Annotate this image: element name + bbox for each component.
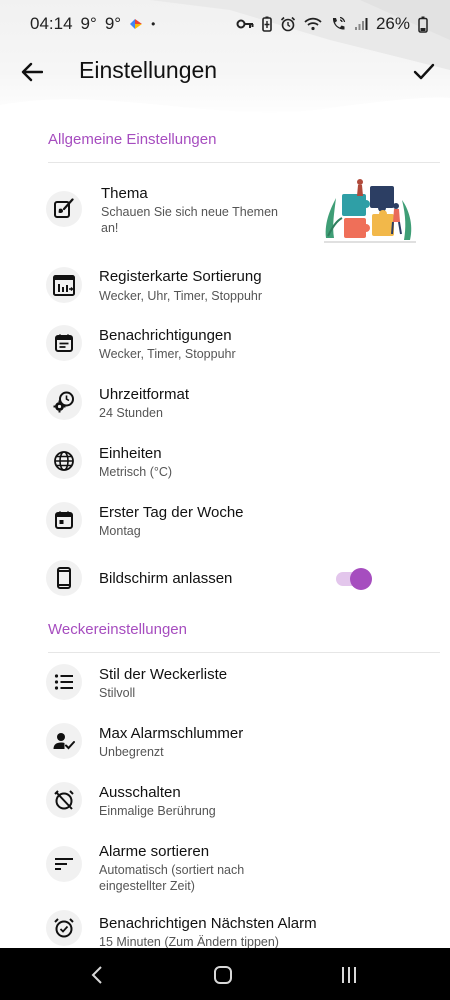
max-snooze-subtitle: Unbegrenzt (99, 745, 164, 759)
app-notification-icon (130, 19, 143, 29)
tab-sort-icon (53, 275, 75, 296)
settings-item-keep-screen-on[interactable]: Bildschirm anlassen (0, 551, 450, 607)
settings-item-first-day[interactable]: Erster Tag der Woche Montag (0, 492, 450, 550)
status-bar: 04:14 9° 9° • 26% (0, 0, 450, 48)
nav-recents-button[interactable] (336, 962, 362, 988)
confirm-button[interactable] (410, 58, 438, 86)
theme-title: Thema (101, 185, 148, 202)
alarm-list-style-subtitle: Stilvoll (99, 686, 136, 700)
sort-alarms-icon-circle (46, 846, 82, 882)
nav-home-button[interactable] (210, 962, 236, 988)
notification-icon (55, 334, 73, 352)
back-button[interactable] (18, 58, 46, 86)
units-subtitle: Metrisch (°C) (99, 465, 173, 479)
max-snooze-title: Max Alarmschlummer (99, 725, 244, 742)
section-divider-general (48, 162, 440, 163)
settings-item-tab-sorting[interactable]: Registerkarte Sortierung Wecker, Uhr, Ti… (0, 256, 450, 314)
status-weather-2: 9° (104, 14, 122, 33)
dismiss-icon-circle (46, 782, 82, 818)
keep-screen-title: Bildschirm anlassen (99, 570, 233, 587)
status-right: 26% (236, 14, 428, 34)
sort-alarms-subtitle: Automatisch (sortiert nach eingestellter… (99, 863, 245, 893)
tab-sort-icon-circle (46, 267, 82, 303)
section-header-general: Allgemeine Einstellungen (48, 131, 217, 148)
nav-back-button[interactable] (84, 962, 110, 988)
time-format-title: Uhrzeitformat (99, 386, 190, 403)
alarm-check-icon (54, 918, 74, 938)
theme-subtitle: Schauen Sie sich neue Themen an! (101, 205, 278, 235)
sort-icon (55, 858, 73, 870)
check-icon (413, 63, 435, 80)
settings-item-units[interactable]: Einheiten Metrisch (°C) (0, 433, 450, 491)
tab-sorting-subtitle: Wecker, Uhr, Timer, Stoppuhr (99, 289, 263, 303)
theme-icon-circle (46, 191, 82, 227)
keep-screen-toggle[interactable] (336, 565, 372, 591)
nav-home-icon (214, 966, 232, 984)
list-style-icon-circle (46, 664, 82, 700)
settings-item-notify-next-alarm[interactable]: Benachrichtigen Nächsten Alarm 15 Minute… (0, 900, 450, 948)
settings-item-theme[interactable]: Thema Schauen Sie sich neue Themen an! (0, 172, 450, 248)
keep-screen-icon-circle (46, 560, 82, 596)
alarm-status-icon (280, 16, 296, 32)
notifications-subtitle: Wecker, Timer, Stoppuhr (99, 347, 236, 361)
key-icon (236, 19, 254, 29)
settings-item-notifications[interactable]: Benachrichtigungen Wecker, Timer, Stoppu… (0, 315, 450, 373)
person-check-icon (53, 733, 75, 750)
dismiss-title: Ausschalten (99, 784, 181, 801)
settings-item-alarm-list-style[interactable]: Stil der Weckerliste Stilvoll (0, 654, 450, 712)
first-day-icon-circle (46, 502, 82, 538)
notification-icon-circle (46, 325, 82, 361)
notify-next-subtitle: 15 Minuten (Zum Ändern tippen) (99, 935, 279, 948)
settings-item-dismiss[interactable]: Ausschalten Einmalige Berührung (0, 772, 450, 830)
phone-icon (57, 567, 71, 589)
time-format-icon-circle (46, 384, 82, 420)
time-format-subtitle: 24 Stunden (99, 406, 163, 420)
calendar-icon (55, 511, 73, 529)
dismiss-subtitle: Einmalige Berührung (99, 804, 216, 818)
toolbar: Einstellungen (0, 48, 450, 96)
page-title: Einstellungen (79, 57, 218, 83)
notifications-title: Benachrichtigungen (99, 327, 232, 344)
notify-next-title: Benachrichtigen Nächsten Alarm (99, 915, 317, 932)
status-left: 04:14 9° 9° • (30, 14, 155, 34)
puzzle-illustration (324, 179, 416, 243)
globe-icon (54, 451, 74, 471)
wifi-call-icon (332, 16, 346, 30)
notify-next-icon-circle (46, 910, 82, 946)
sort-alarms-title: Alarme sortieren (99, 843, 210, 860)
section-header-alarm: Weckereinstellungen (48, 621, 187, 638)
back-arrow-icon (21, 62, 43, 82)
first-day-title: Erster Tag der Woche (99, 504, 244, 521)
tab-sorting-title: Registerkarte Sortierung (99, 268, 262, 285)
list-icon (54, 674, 73, 690)
signal-icon (354, 18, 368, 30)
settings-item-sort-alarms[interactable]: Alarme sortieren Automatisch (sortiert n… (0, 831, 450, 899)
nav-back-icon (91, 966, 102, 984)
battery-percent: 26% (375, 14, 410, 33)
settings-item-max-snooze[interactable]: Max Alarmschlummer Unbegrenzt (0, 713, 450, 771)
status-weather-1: 9° (80, 14, 97, 33)
paint-icon (54, 198, 74, 218)
system-navigation-bar (0, 948, 450, 1000)
clock-gear-icon (53, 391, 74, 413)
status-time: 04:14 (30, 14, 73, 33)
alarm-off-icon (54, 790, 74, 810)
units-icon-circle (46, 443, 82, 479)
max-snooze-icon-circle (46, 723, 82, 759)
alarm-list-style-title: Stil der Weckerliste (99, 666, 228, 683)
battery-saver-icon (262, 16, 272, 32)
settings-item-time-format[interactable]: Uhrzeitformat 24 Stunden (0, 374, 450, 432)
wifi-icon (304, 17, 322, 31)
units-title: Einheiten (99, 445, 162, 462)
toggle-thumb (350, 568, 372, 590)
status-dot: • (151, 17, 156, 31)
first-day-subtitle: Montag (99, 524, 141, 538)
battery-icon (418, 16, 428, 33)
nav-recents-icon (342, 967, 356, 983)
section-divider-alarm (48, 652, 440, 653)
